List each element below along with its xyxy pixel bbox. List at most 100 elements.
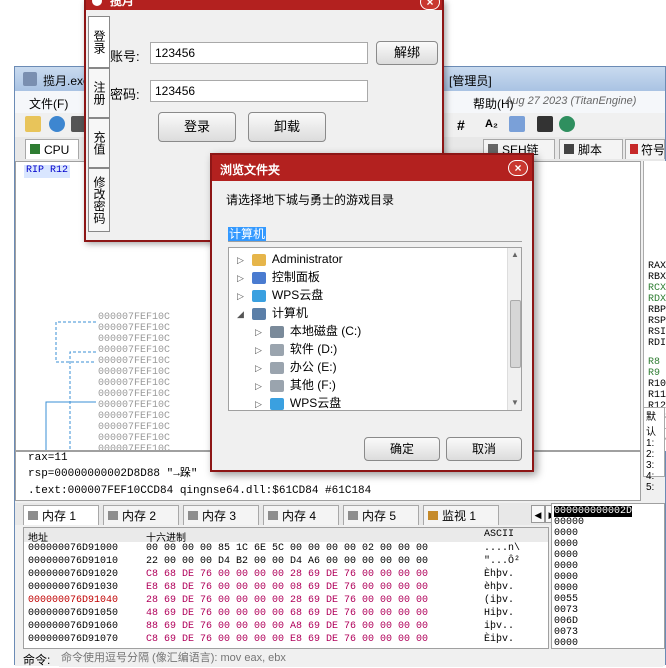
register-name: RAX	[648, 261, 666, 272]
tab-memory[interactable]: 内存 2	[103, 505, 179, 525]
tab-watch[interactable]: 监视 1	[423, 505, 499, 525]
scroll-down-icon[interactable]: ▼	[511, 398, 519, 407]
restart-icon[interactable]	[49, 116, 65, 132]
memory-icon	[188, 511, 198, 520]
folder-tree[interactable]: ▷ Administrator ▷ 控制面板 ▷ WPS云盘 ◢ 计算机 ▷ 本地磁盘 (C:) ▷…	[228, 247, 522, 411]
expand-arrow-icon[interactable]: ▷	[255, 363, 262, 373]
dump-ascii: ....n\	[484, 543, 521, 554]
stack-panel[interactable]: 000000000002D 00000 0000 0000 0000 0000 0000 00…	[551, 503, 665, 649]
command-input[interactable]	[59, 649, 663, 667]
tab-register[interactable]: 注册	[88, 68, 110, 118]
password-field[interactable]: 123456	[150, 80, 368, 102]
register-name: RDX	[648, 294, 666, 305]
tree-node[interactable]: ▷ 软件 (D:)	[255, 340, 337, 358]
tab-memory[interactable]: 内存 3	[183, 505, 259, 525]
tab-memory[interactable]: 内存 5	[343, 505, 419, 525]
login-close-icon[interactable]: ×	[420, 0, 440, 10]
address-row: 000007FEF10C	[98, 444, 171, 451]
tab-login[interactable]: 登录	[88, 16, 110, 68]
tab-memory[interactable]: 内存 1	[23, 505, 99, 525]
tree-node[interactable]: ▷ 本地磁盘 (C:)	[255, 322, 361, 340]
browse-close-icon[interactable]: ×	[508, 160, 528, 176]
dump-hex: 22 00 00 00 D4 B2 00 00 D4 A6 00 00 00 0…	[146, 556, 429, 567]
globe-icon[interactable]	[559, 116, 575, 132]
computer-icon	[251, 307, 266, 320]
account-field[interactable]: 123456	[150, 42, 368, 64]
dump-row[interactable]: 000000076D91030 E8 68 DE 76 00 00 00 00 0…	[24, 582, 544, 595]
calculator-icon[interactable]	[537, 116, 553, 132]
tree-node[interactable]: ▷ WPS云盘	[255, 394, 341, 410]
tab-scroll-left[interactable]: ◀	[531, 505, 545, 523]
tree-node[interactable]: ▷ 办公 (E:)	[255, 358, 337, 376]
tree-node-label: Administrator	[271, 252, 343, 266]
stack-row[interactable]: 0000	[554, 638, 578, 648]
memory-dump[interactable]: 地址 十六进制 ASCII 000000076D91000 00 00 00 00…	[23, 527, 549, 649]
expand-arrow-icon[interactable]: ▷	[237, 255, 244, 265]
dump-address: 000000076D91040	[28, 595, 119, 606]
address-row: 000007FEF10C	[98, 312, 171, 323]
address-row: 000007FEF10C	[98, 411, 171, 422]
cancel-button[interactable]: 取消	[446, 437, 522, 461]
uninstall-button[interactable]: 卸载	[248, 112, 326, 142]
dump-row[interactable]: 000000076D91000 00 00 00 00 85 1C 6E 5C 0…	[24, 543, 544, 556]
login-button[interactable]: 登录	[158, 112, 236, 142]
app-icon	[23, 72, 37, 86]
hash-icon[interactable]: #	[457, 117, 465, 133]
tab-recharge[interactable]: 充值	[88, 118, 110, 168]
stack-row[interactable]: 0000	[554, 561, 578, 572]
stack-row[interactable]: 0000	[554, 539, 578, 550]
unbind-button[interactable]: 解绑	[376, 41, 438, 65]
dump-row[interactable]: 000000076D91050 48 69 DE 76 00 00 00 00 6…	[24, 608, 544, 621]
collapse-arrow-icon[interactable]: ◢	[237, 309, 244, 319]
stack-row[interactable]: 006D	[554, 616, 578, 627]
stack-row[interactable]: 0000	[554, 528, 578, 539]
browse-titlebar[interactable]: 浏览文件夹 ×	[212, 155, 532, 181]
tab-cpu[interactable]: CPU	[25, 139, 79, 159]
expand-arrow-icon[interactable]: ▷	[255, 345, 262, 355]
dump-row[interactable]: 000000076D91010 22 00 00 00 D4 B2 00 00 D…	[24, 556, 544, 569]
tree-node[interactable]: ▷ WPS云盘	[237, 286, 323, 304]
stack-row[interactable]: 000000000002D	[554, 506, 633, 517]
expand-arrow-icon[interactable]: ▷	[255, 399, 262, 409]
expand-arrow-icon[interactable]: ▷	[237, 273, 244, 283]
tree-node[interactable]: ▷ Administrator	[237, 250, 343, 268]
tree-scrollbar[interactable]: ▲ ▼	[507, 248, 521, 410]
symbol-icon	[630, 144, 638, 154]
registers-extra: 默认 1: 2: 3: 4: 5:	[643, 407, 665, 493]
scroll-up-icon[interactable]: ▲	[511, 250, 519, 259]
tab-change-password[interactable]: 修改密码	[88, 168, 110, 232]
stack-row[interactable]: 0000	[554, 583, 578, 594]
menu-file[interactable]: 文件(F)	[29, 95, 68, 112]
expand-arrow-icon[interactable]: ▷	[237, 291, 244, 301]
tab-memory[interactable]: 内存 4	[263, 505, 339, 525]
scroll-thumb[interactable]	[510, 300, 521, 368]
tree-node[interactable]: ◢ 计算机	[237, 304, 308, 322]
login-titlebar[interactable]: 揽月 ×	[86, 0, 442, 10]
open-folder-icon[interactable]	[25, 116, 41, 132]
dump-row[interactable]: 000000076D91060 88 69 DE 76 00 00 00 00 A…	[24, 621, 544, 634]
stack-row[interactable]: 00000	[554, 517, 584, 528]
stack-row[interactable]: 0000	[554, 572, 578, 583]
bookmark-icon[interactable]	[509, 116, 525, 132]
stack-row[interactable]: 0073	[554, 627, 578, 638]
dump-row[interactable]: 000000076D91070 C8 69 DE 76 00 00 00 00 E…	[24, 634, 544, 647]
tab-symbols[interactable]: 符号	[625, 139, 665, 159]
expand-arrow-icon[interactable]: ▷	[255, 381, 262, 391]
register-name: RDI	[648, 338, 666, 349]
dump-row[interactable]: 000000076D91040 28 69 DE 76 00 00 00 00 2…	[24, 595, 544, 608]
dump-address: 000000076D91030	[28, 582, 119, 593]
tree-node[interactable]: ▷ 控制面板	[237, 268, 320, 286]
stack-row[interactable]: 0073	[554, 605, 578, 616]
expand-arrow-icon[interactable]: ▷	[255, 327, 262, 337]
cpu-icon	[30, 144, 40, 154]
tab-script[interactable]: 脚本	[559, 139, 623, 159]
tab-label: 内存 4	[282, 509, 317, 523]
dump-row[interactable]: 000000076D91020 C8 68 DE 76 00 00 00 00 2…	[24, 569, 544, 582]
stack-row[interactable]: 0000	[554, 550, 578, 561]
ok-button[interactable]: 确定	[364, 437, 440, 461]
font-icon[interactable]: A₂	[485, 118, 498, 130]
dump-hex: 48 69 DE 76 00 00 00 00 68 69 DE 76 00 0…	[146, 608, 429, 619]
dump-ascii: èhþv.	[484, 582, 515, 593]
tree-node[interactable]: ▷ 其他 (F:)	[255, 376, 336, 394]
stack-row[interactable]: 0055	[554, 594, 578, 605]
